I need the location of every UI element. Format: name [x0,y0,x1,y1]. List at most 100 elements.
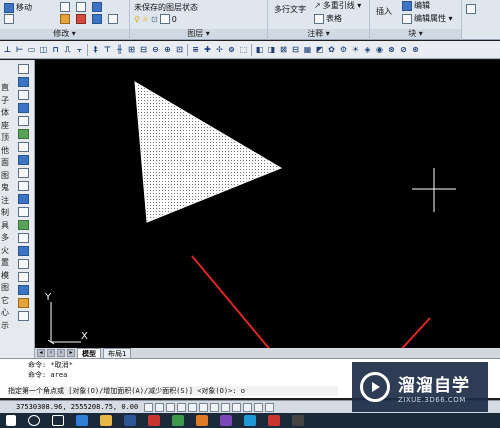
ortho-toggle[interactable] [166,402,176,412]
tool-icon[interactable] [18,259,29,269]
toolbar-icon-33[interactable]: ⊘ [398,44,409,56]
layers-panel-title[interactable]: 图层 ▾ [130,29,267,39]
qp-toggle[interactable] [254,402,264,412]
app-icon[interactable] [196,415,208,426]
app-icon[interactable] [244,415,256,426]
toolbar-icon-10[interactable]: ╫ [114,44,125,56]
toolbar-icon-24[interactable]: ⊟ [290,44,301,56]
annotation-panel-title[interactable]: 注释 ▾ [268,29,369,39]
tab-model[interactable]: 模型 [77,348,101,358]
tool-icon[interactable] [18,207,29,217]
tab-layout1[interactable]: 布局1 [103,348,132,358]
toolbar-icon-30[interactable]: ◈ [362,44,373,56]
tool-icon[interactable] [18,246,29,256]
app-icon[interactable] [172,415,184,426]
tool-icon[interactable] [18,168,29,178]
trim-button[interactable] [76,2,86,12]
insert-button[interactable]: 插入 [376,6,392,17]
tool-icon[interactable] [18,103,29,113]
word-icon[interactable] [124,415,136,426]
toolbar-icon-26[interactable]: ◩ [314,44,325,56]
toolbar-icon-3[interactable]: ▭ [26,44,37,56]
toolbar-icon-15[interactable]: ⊡ [174,44,185,56]
grid-toggle[interactable] [155,402,165,412]
command-prompt[interactable]: 指定第一个角点或 [对象(O)/增加面积(A)/减少面积(S)] <对象(O)>… [8,386,338,396]
toolbar-icon-9[interactable]: ⊤ [102,44,113,56]
rotate-button[interactable] [60,2,70,12]
toolbar-icon-28[interactable]: ⚙ [338,44,349,56]
polar-toggle[interactable] [177,402,187,412]
toolbar-icon-17[interactable]: ✚ [202,44,213,56]
edge-icon[interactable] [76,415,88,426]
toolbar-icon-27[interactable]: ✿ [326,44,337,56]
edit-attribute-button[interactable]: 编辑属性 ▾ [402,13,453,24]
tpy-toggle[interactable] [243,402,253,412]
app-icon[interactable] [268,415,280,426]
toolbar-icon-6[interactable]: ⎍ [62,44,73,56]
ducs-toggle[interactable] [210,402,220,412]
tab-first-icon[interactable]: ◂ [37,349,45,357]
tool-icon[interactable] [18,116,29,126]
sc-toggle[interactable] [265,402,275,412]
mirror-button[interactable] [92,2,102,12]
toolbar-icon-13[interactable]: ⊖ [150,44,161,56]
tab-last-icon[interactable]: ▸ [67,349,75,357]
block-edit-button[interactable]: 编辑 [402,0,430,11]
toolbar-icon-29[interactable]: ☀ [350,44,361,56]
app-icon[interactable] [292,415,304,426]
start-icon[interactable] [6,415,16,426]
layer-dropdown[interactable]: ♀ ☼ ⊡ 0 [134,14,177,24]
toolbar-icon-12[interactable]: ⊟ [138,44,149,56]
offset-button[interactable] [108,14,118,24]
tool-icon[interactable] [18,220,29,230]
toolbar-icon-8[interactable]: ‡ [90,44,101,56]
layer-state-dropdown[interactable]: 未保存的图层状态 [134,2,198,13]
toolbar-icon-25[interactable]: ▦ [302,44,313,56]
search-icon[interactable] [28,415,40,426]
tool-icon[interactable] [18,272,29,282]
tool-icon[interactable] [18,142,29,152]
tool-icon[interactable] [18,77,29,87]
scale-button[interactable] [76,14,86,24]
move-button[interactable]: 移动 [4,2,32,13]
stretch-button[interactable] [4,14,14,24]
toolbar-icon-31[interactable]: ◉ [374,44,385,56]
properties-button[interactable] [466,4,476,14]
toolbar-icon-4[interactable]: ◫ [38,44,49,56]
toolbar-icon-11[interactable]: ⊞ [126,44,137,56]
tab-prev-icon[interactable]: ‹ [47,349,55,357]
toolbar-icon-34[interactable]: ⊛ [410,44,421,56]
dyn-toggle[interactable] [221,402,231,412]
tool-icon[interactable] [18,64,29,74]
toolbar-icon-18[interactable]: ✢ [214,44,225,56]
tool-icon[interactable] [18,181,29,191]
tool-icon[interactable] [18,194,29,204]
tool-icon[interactable] [18,298,29,308]
toolbar-icon-2[interactable]: ⊢ [14,44,25,56]
tool-icon[interactable] [18,129,29,139]
toolbar-icon-32[interactable]: ⊗ [386,44,397,56]
toolbar-icon-22[interactable]: ◨ [266,44,277,56]
toolbar-icon-14[interactable]: ⊕ [162,44,173,56]
tool-icon[interactable] [18,285,29,295]
toolbar-icon-19[interactable]: ⊚ [226,44,237,56]
otrack-toggle[interactable] [199,402,209,412]
snap-toggle[interactable] [144,402,154,412]
fillet-button[interactable] [60,14,70,24]
toolbar-icon-20[interactable]: ⬚ [238,44,249,56]
tool-icon[interactable] [18,311,29,321]
tool-icon[interactable] [18,155,29,165]
task-view-icon[interactable] [52,415,64,426]
block-panel-title[interactable]: 块 ▾ [370,29,461,39]
explorer-icon[interactable] [100,415,112,426]
tab-next-icon[interactable]: › [57,349,65,357]
toolbar-icon-1[interactable]: ⊥ [2,44,13,56]
mtext-button[interactable]: 多行文字 [274,4,306,15]
app-icon[interactable] [148,415,160,426]
toolbar-icon-7[interactable]: ⫟ [74,44,85,56]
modify-panel-title[interactable]: 修改 ▾ [0,29,129,39]
drawing-canvas[interactable]: Y X [35,60,500,348]
osnap-toggle[interactable] [188,402,198,412]
toolbar-icon-5[interactable]: ⊓ [50,44,61,56]
app-icon[interactable] [220,415,232,426]
